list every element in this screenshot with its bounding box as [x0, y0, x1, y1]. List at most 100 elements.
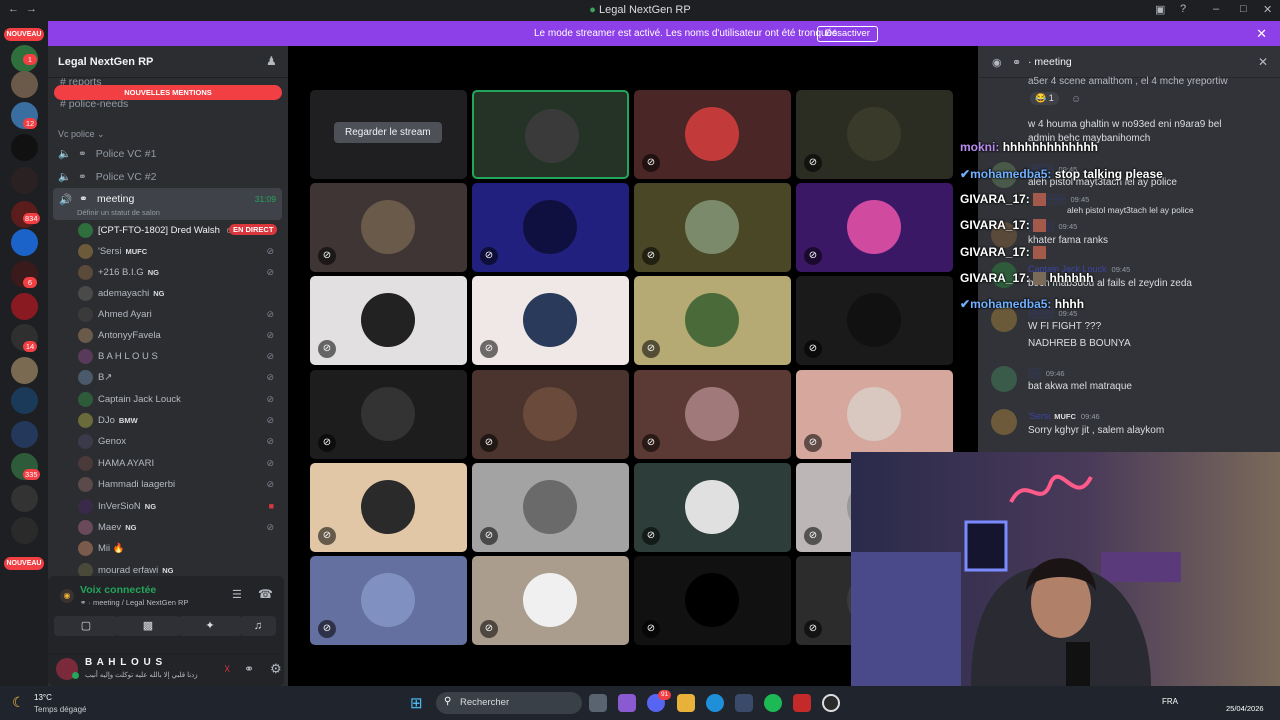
- server-icon[interactable]: [11, 71, 38, 98]
- participant-tile[interactable]: ⊘: [796, 370, 953, 459]
- close-window-icon[interactable]: ✕: [1263, 3, 1272, 16]
- signal-icon[interactable]: ◉: [60, 589, 74, 603]
- headphones-toggle-icon[interactable]: ⚭: [244, 662, 254, 676]
- voice-member[interactable]: InVerSioN NG ■: [74, 497, 284, 517]
- taskbar-search[interactable]: ⚲ Rechercher: [436, 692, 582, 714]
- voice-member[interactable]: B↗ ⊘: [74, 368, 284, 388]
- voice-member[interactable]: Captain Jack Louck ⊘: [74, 390, 284, 410]
- voice-channel-meeting[interactable]: 🔊 ⚭ meeting 31:09 Définir un statut de s…: [53, 188, 282, 220]
- voice-member[interactable]: +216 B.I.G NG ⊘: [74, 263, 284, 283]
- participant-tile[interactable]: ⊘: [634, 463, 791, 552]
- chat-username[interactable]: 'Sersi MUFC 09:46: [1028, 411, 1100, 421]
- reaction-chip[interactable]: 😂 1: [1030, 92, 1059, 105]
- server-icon[interactable]: [11, 485, 38, 512]
- voice-member[interactable]: Hammadi laagerbi ⊘: [74, 475, 284, 495]
- server-icon[interactable]: [11, 293, 38, 320]
- participant-tile[interactable]: ⊘: [796, 90, 953, 179]
- task-view-icon[interactable]: [589, 694, 607, 712]
- participant-tile[interactable]: ⊘: [472, 183, 629, 272]
- maximize-icon[interactable]: □: [1240, 3, 1247, 15]
- copilot-icon[interactable]: [618, 694, 636, 712]
- participant-tile[interactable]: [472, 90, 629, 179]
- participant-tile[interactable]: ⊘: [472, 556, 629, 645]
- store-icon[interactable]: [735, 694, 753, 712]
- server-icon[interactable]: [11, 134, 38, 161]
- server-icon[interactable]: [11, 517, 38, 544]
- server-icon[interactable]: [11, 167, 38, 194]
- participant-tile[interactable]: ⊘: [472, 370, 629, 459]
- watch-stream-button[interactable]: Regarder le stream: [334, 122, 442, 143]
- voice-member[interactable]: ademayachi NG: [74, 284, 284, 304]
- file-explorer-icon[interactable]: [677, 694, 695, 712]
- screen-share-button[interactable]: ▩: [116, 616, 180, 636]
- voice-member[interactable]: HAMA AYARI ⊘: [74, 454, 284, 474]
- avatar[interactable]: [991, 409, 1017, 435]
- new-servers-pill-top[interactable]: NOUVEAU: [4, 28, 44, 41]
- soundboard-button[interactable]: ♫: [240, 616, 276, 636]
- voice-member[interactable]: Mii 🔥: [74, 539, 284, 559]
- participant-tile[interactable]: ⊘: [472, 276, 629, 365]
- voice-member[interactable]: [CPT-FTO-1802] Dred Walsh 6 EN DIRECT: [74, 221, 284, 241]
- participant-tile[interactable]: ⊘: [472, 463, 629, 552]
- server-icon[interactable]: [11, 229, 38, 256]
- participant-tile[interactable]: ⊘: [634, 90, 791, 179]
- spotify-icon[interactable]: [764, 694, 782, 712]
- voice-member[interactable]: B A H L O U S ⊘: [74, 347, 284, 367]
- chat-username[interactable]: ░░ 09:46: [1028, 368, 1065, 378]
- close-chat-icon[interactable]: ✕: [1258, 55, 1268, 69]
- participant-tile[interactable]: ⊘: [634, 370, 791, 459]
- channel-police-needs[interactable]: # police-needs: [60, 98, 128, 110]
- channel-status-hint[interactable]: Définir un statut de salon: [77, 208, 160, 217]
- taskbar-date[interactable]: 25/04/2026: [1226, 704, 1264, 713]
- category-vc-police[interactable]: Vc police ⌄: [58, 129, 105, 140]
- voice-member[interactable]: Ahmed Ayari ⊘: [74, 305, 284, 325]
- weather-temp[interactable]: 13°C: [34, 693, 52, 702]
- server-icon[interactable]: [11, 357, 38, 384]
- minimize-icon[interactable]: –: [1213, 3, 1219, 15]
- voice-member[interactable]: DJo BMW ⊘: [74, 411, 284, 431]
- add-reaction-icon[interactable]: ☺: [1071, 94, 1081, 105]
- voice-member[interactable]: AntonyyFavela ⊘: [74, 326, 284, 346]
- voice-member[interactable]: Genox ⊘: [74, 432, 284, 452]
- participant-tile[interactable]: ⊘: [310, 276, 467, 365]
- participant-tile[interactable]: ⊘: [796, 276, 953, 365]
- weather-desc[interactable]: Temps dégagé: [34, 705, 86, 714]
- disable-streamer-button[interactable]: Désactiver: [817, 26, 878, 42]
- language-indicator[interactable]: FRA: [1162, 697, 1178, 706]
- voice-channel-police-1[interactable]: 🔈 ⚭ Police VC #1: [58, 147, 156, 160]
- server-icon[interactable]: [11, 421, 38, 448]
- voice-location[interactable]: ⚭ · meeting / Legal NextGen RP: [80, 598, 188, 607]
- camera-off-button[interactable]: ▢: [54, 616, 118, 636]
- noise-suppression-icon[interactable]: ☰: [232, 588, 242, 601]
- participant-tile[interactable]: ⊘: [796, 183, 953, 272]
- participant-tile[interactable]: ⊘: [310, 370, 467, 459]
- voice-member[interactable]: Maev NG ⊘: [74, 518, 284, 538]
- disconnect-icon[interactable]: ☎: [258, 587, 273, 601]
- chat-username[interactable]: ░░░░09:45: [1040, 194, 1089, 204]
- server-icon[interactable]: [11, 387, 38, 414]
- mic-muted-icon[interactable]: ☓: [224, 662, 230, 676]
- avatar[interactable]: [991, 366, 1017, 392]
- participant-tile[interactable]: ⊘: [634, 556, 791, 645]
- inbox-icon[interactable]: ▣: [1155, 3, 1165, 16]
- participant-tile[interactable]: ⊘: [634, 183, 791, 272]
- invite-people-icon[interactable]: ♟: [266, 54, 277, 68]
- weather-moon-icon[interactable]: ☾: [12, 694, 25, 711]
- participant-tile[interactable]: ⊘: [310, 556, 467, 645]
- new-servers-pill-bottom[interactable]: NOUVEAU: [4, 557, 44, 570]
- windows-start-icon[interactable]: ⊞: [410, 694, 423, 712]
- close-banner-icon[interactable]: ✕: [1256, 26, 1267, 42]
- obs-icon[interactable]: [822, 694, 840, 712]
- activities-button[interactable]: ✦: [178, 616, 242, 636]
- voice-member[interactable]: 'Sersi MUFC ⊘: [74, 242, 284, 262]
- voice-channel-police-2[interactable]: 🔈 ⚭ Police VC #2: [58, 170, 156, 183]
- help-icon[interactable]: ?: [1180, 3, 1186, 15]
- edge-icon[interactable]: [706, 694, 724, 712]
- participant-tile[interactable]: ⊘: [310, 183, 467, 272]
- participant-tile[interactable]: ⊘: [634, 276, 791, 365]
- app-icon[interactable]: [793, 694, 811, 712]
- settings-gear-icon[interactable]: ⚙: [270, 661, 282, 677]
- participant-tile[interactable]: ⊘: [310, 463, 467, 552]
- voice-status[interactable]: Voix connectée: [80, 584, 156, 596]
- guild-header[interactable]: Legal NextGen RP ⌄ ♟: [48, 46, 288, 78]
